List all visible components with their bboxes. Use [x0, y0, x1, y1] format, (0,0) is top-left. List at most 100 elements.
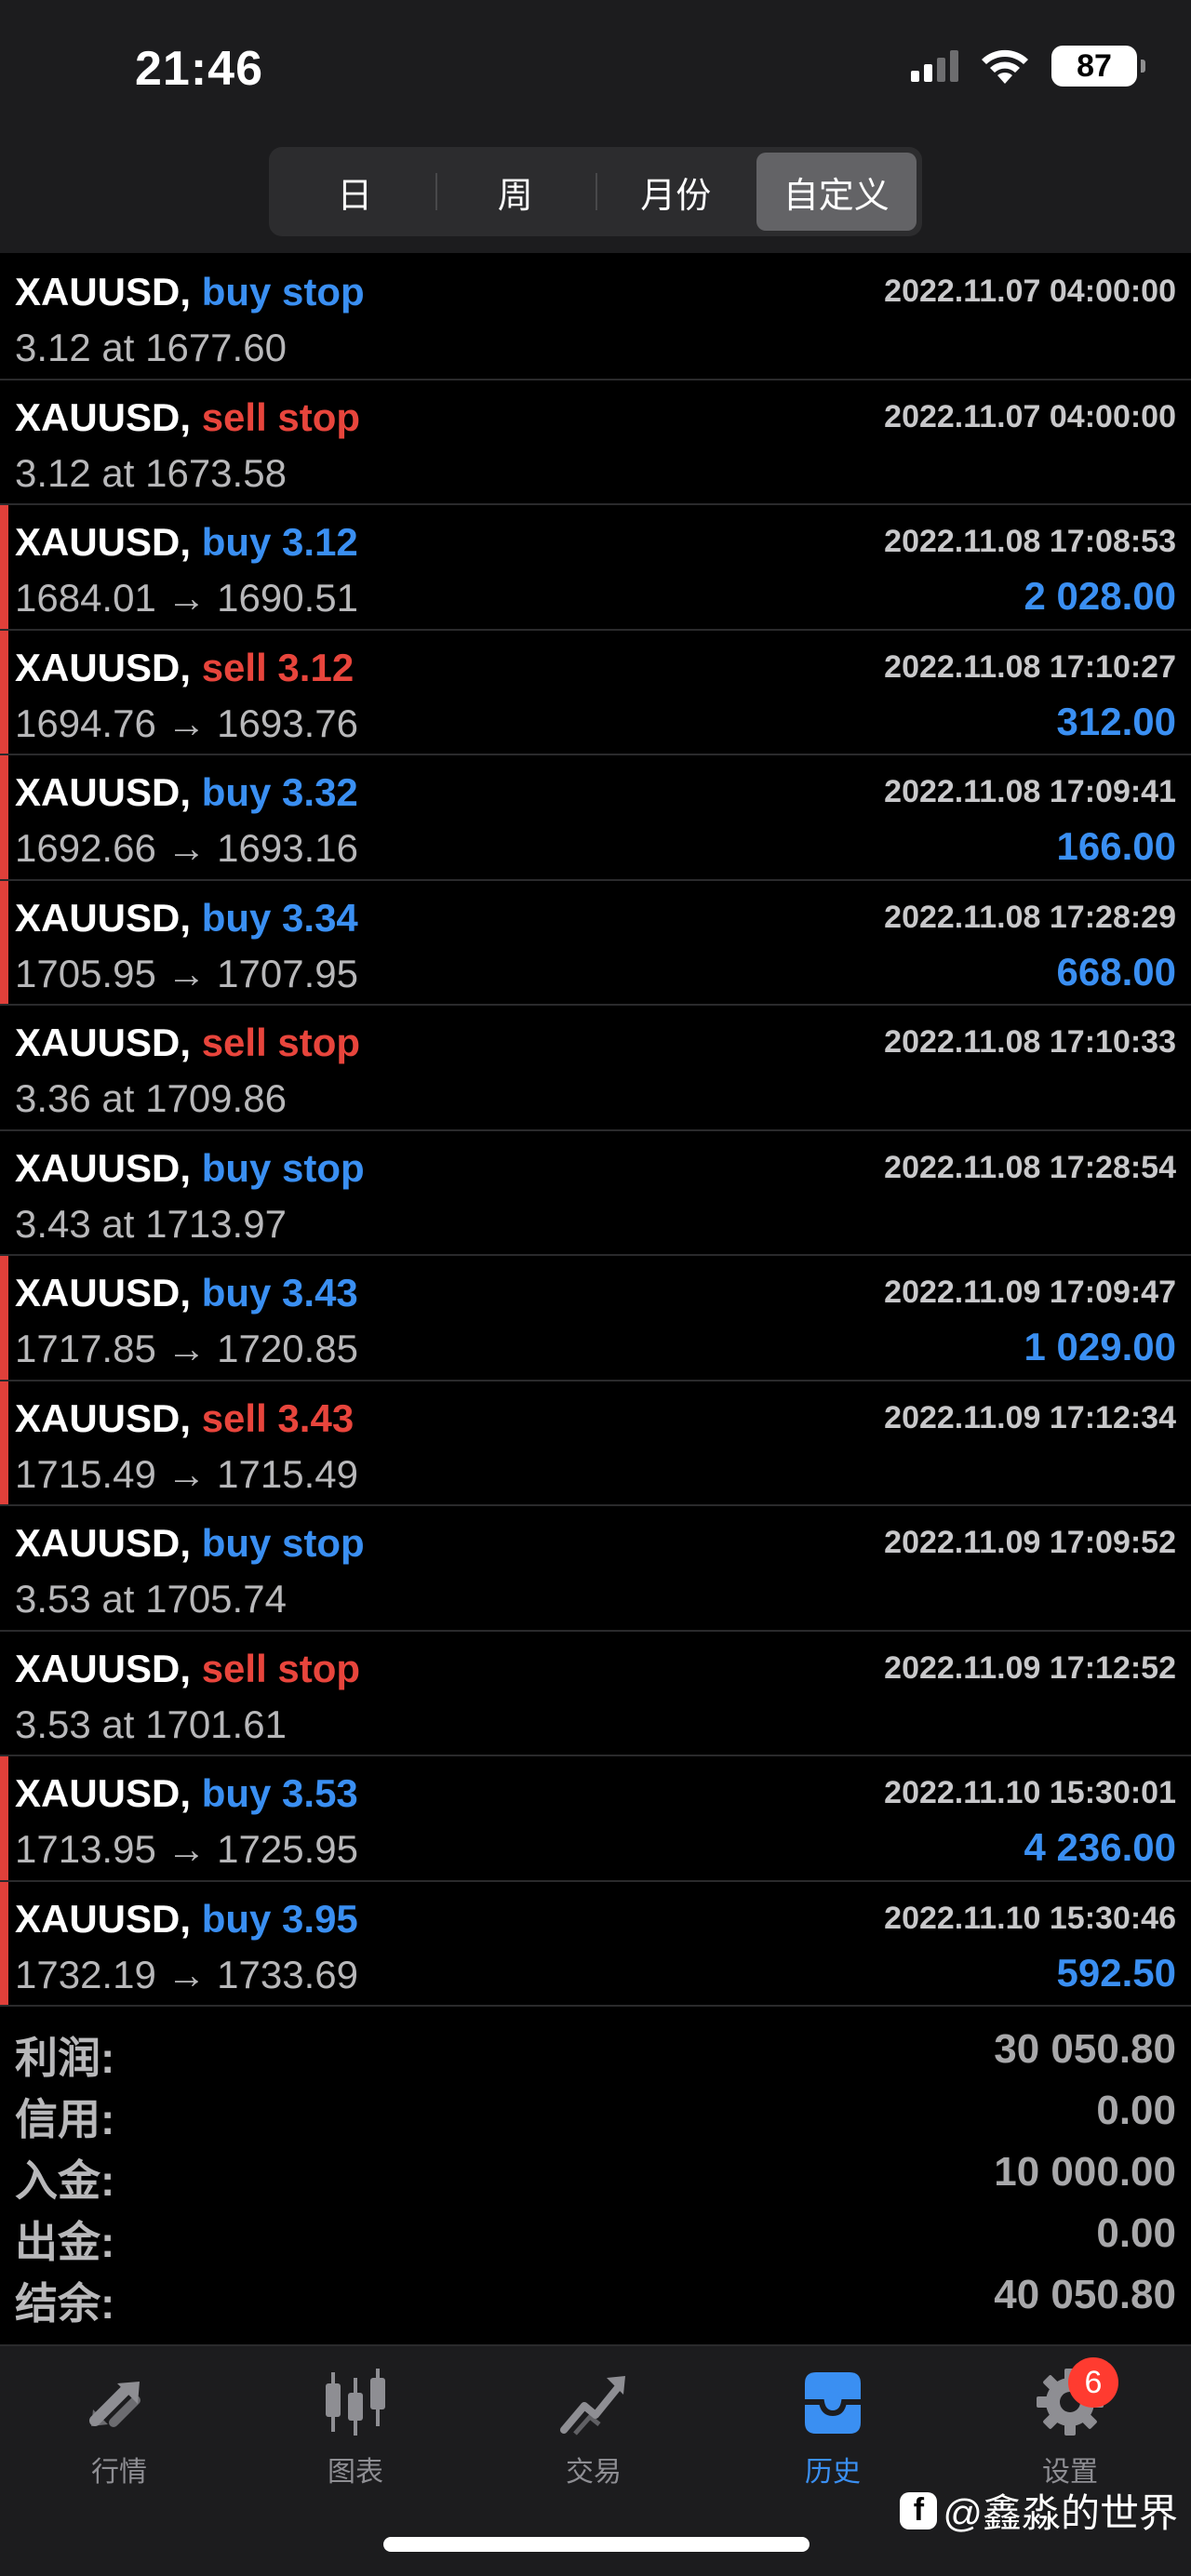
order-row[interactable]: XAUUSD, buy 3.95 1732.19 → 1733.69 2022.11…: [0, 1881, 1191, 2007]
segment-month[interactable]: 月份: [596, 153, 756, 231]
order-detail: 1694.76 → 1693.76: [15, 701, 358, 745]
summary-value: 10 000.00: [994, 2149, 1176, 2195]
order-action: buy stop: [201, 270, 365, 314]
order-title: XAUUSD, buy 3.32: [15, 770, 358, 815]
order-symbol: XAUUSD,: [15, 1145, 192, 1190]
order-time: 2022.11.09 17:12:52: [884, 1649, 1176, 1686]
order-symbol: XAUUSD,: [15, 520, 192, 564]
order-symbol: XAUUSD,: [15, 1521, 192, 1565]
cellular-signal-icon: [911, 50, 958, 82]
order-detail: 1732.19 → 1733.69: [15, 1952, 358, 1996]
order-profit: 592.50: [1056, 1950, 1176, 1995]
order-detail: 1684.01 → 1690.51: [15, 576, 358, 620]
order-row[interactable]: XAUUSD, sell stop 3.53 at 1701.61 2022.11.…: [0, 1632, 1191, 1756]
battery-icon: 87: [1051, 46, 1145, 87]
order-profit: 166.00: [1056, 824, 1176, 868]
order-row[interactable]: XAUUSD, sell 3.12 1694.76 → 1693.76 2022.1…: [0, 630, 1191, 755]
summary-row: 利润: 30 050.80: [0, 2015, 1191, 2082]
header: 21:46 87 日 周 月份 自定义: [0, 0, 1191, 253]
segment-day[interactable]: 日: [274, 153, 435, 231]
summary-value: 30 050.80: [994, 2026, 1176, 2072]
order-detail: 1692.66 → 1693.16: [15, 826, 358, 870]
summary-row: 入金: 10 000.00: [0, 2138, 1191, 2205]
order-title: XAUUSD, buy 3.12: [15, 520, 358, 565]
order-title: XAUUSD, buy stop: [15, 1521, 365, 1566]
order-detail: 1715.49 → 1715.49: [15, 1451, 358, 1496]
order-time: 2022.11.07 04:00:00: [884, 398, 1176, 434]
order-row[interactable]: XAUUSD, buy 3.32 1692.66 → 1693.16 2022.11…: [0, 755, 1191, 881]
order-title: XAUUSD, buy 3.53: [15, 1771, 358, 1816]
order-symbol: XAUUSD,: [15, 1271, 192, 1315]
order-title: XAUUSD, buy 3.34: [15, 896, 358, 941]
order-history-list: XAUUSD, buy stop 3.12 at 1677.60 2022.11.0…: [0, 255, 1191, 2007]
order-time: 2022.11.08 17:28:29: [884, 899, 1176, 935]
order-symbol: XAUUSD,: [15, 770, 192, 814]
order-detail: 3.53 at 1701.61: [15, 1702, 287, 1746]
watermark: f @鑫淼的世界: [900, 2482, 1178, 2539]
order-title: XAUUSD, buy 3.43: [15, 1271, 358, 1315]
tab-trade-label: 交易: [566, 2457, 622, 2488]
order-detail: 3.53 at 1705.74: [15, 1577, 287, 1621]
home-indicator[interactable]: [383, 2537, 810, 2552]
order-title: XAUUSD, sell stop: [15, 1021, 360, 1065]
tab-quotes[interactable]: 行情: [35, 2365, 203, 2504]
order-row[interactable]: XAUUSD, buy 3.43 1717.85 → 1720.85 2022.11…: [0, 1256, 1191, 1381]
order-title: XAUUSD, sell 3.12: [15, 646, 354, 690]
summary-value: 0.00: [1096, 2210, 1176, 2256]
order-row[interactable]: XAUUSD, sell 3.43 1715.49 → 1715.49 2022.1…: [0, 1381, 1191, 1506]
order-detail: 3.36 at 1709.86: [15, 1076, 287, 1120]
order-symbol: XAUUSD,: [15, 1395, 192, 1440]
summary-row: 信用: 0.00: [0, 2076, 1191, 2143]
order-action: buy stop: [201, 1521, 365, 1565]
order-row[interactable]: XAUUSD, buy 3.34 1705.95 → 1707.95 2022.11…: [0, 880, 1191, 1006]
order-row[interactable]: XAUUSD, sell stop 3.12 at 1673.58 2022.11.…: [0, 380, 1191, 505]
order-symbol: XAUUSD,: [15, 394, 192, 439]
order-row[interactable]: XAUUSD, buy 3.53 1713.95 → 1725.95 2022.11…: [0, 1756, 1191, 1882]
order-action: buy 3.32: [201, 770, 358, 814]
order-profit: 2 028.00: [1024, 574, 1177, 618]
order-time: 2022.11.09 17:12:34: [884, 1399, 1176, 1435]
settings-badge: 6: [1068, 2357, 1118, 2408]
order-action: sell stop: [201, 1646, 361, 1690]
order-row[interactable]: XAUUSD, buy 3.12 1684.01 → 1690.51 2022.11…: [0, 505, 1191, 631]
watermark-logo-icon: f: [900, 2491, 938, 2529]
order-action: sell stop: [201, 394, 361, 439]
order-time: 2022.11.07 04:00:00: [884, 274, 1176, 309]
tab-trade[interactable]: 交易: [510, 2365, 677, 2504]
order-symbol: XAUUSD,: [15, 895, 192, 940]
order-action: buy 3.12: [201, 520, 358, 564]
order-title: XAUUSD, buy stop: [15, 270, 365, 314]
order-action: sell stop: [201, 1021, 361, 1064]
summary-row: 结余: 40 050.80: [0, 2261, 1191, 2328]
order-action: buy 3.34: [201, 895, 358, 940]
order-profit: 1 029.00: [1024, 1325, 1177, 1368]
order-title: XAUUSD, buy 3.95: [15, 1897, 358, 1942]
order-time: 2022.11.10 15:30:46: [884, 1900, 1176, 1936]
order-row[interactable]: XAUUSD, buy stop 3.43 at 1713.97 2022.11.0…: [0, 1131, 1191, 1256]
order-detail: 3.12 at 1673.58: [15, 450, 287, 495]
order-time: 2022.11.09 17:09:47: [884, 1275, 1176, 1310]
order-detail: 1713.95 → 1725.95: [15, 1827, 358, 1871]
order-time: 2022.11.08 17:09:41: [884, 774, 1176, 809]
order-title: XAUUSD, sell stop: [15, 395, 360, 440]
order-title: XAUUSD, buy stop: [15, 1146, 365, 1191]
order-row[interactable]: XAUUSD, buy stop 3.12 at 1677.60 2022.11.0…: [0, 255, 1191, 380]
order-row[interactable]: XAUUSD, sell stop 3.36 at 1709.86 2022.11.…: [0, 1006, 1191, 1131]
order-detail: 1717.85 → 1720.85: [15, 1327, 358, 1370]
order-row[interactable]: XAUUSD, buy stop 3.53 at 1705.74 2022.11.0…: [0, 1506, 1191, 1632]
period-segmented-control: 日 周 月份 自定义: [269, 147, 922, 236]
candlestick-chart-icon: [326, 2369, 385, 2436]
history-inbox-icon: [805, 2372, 861, 2434]
segment-custom[interactable]: 自定义: [756, 153, 917, 231]
order-action: buy 3.43: [201, 1271, 358, 1315]
order-title: XAUUSD, sell stop: [15, 1647, 360, 1691]
order-time: 2022.11.08 17:10:27: [884, 648, 1176, 685]
watermark-text: @鑫淼的世界: [943, 2491, 1178, 2535]
tab-chart[interactable]: 图表: [272, 2365, 439, 2504]
status-time: 21:46: [135, 42, 263, 96]
order-action: buy stop: [201, 1145, 365, 1190]
tab-history[interactable]: 历史: [749, 2365, 917, 2504]
segment-week[interactable]: 周: [435, 153, 596, 231]
tab-quotes-label: 行情: [91, 2457, 147, 2488]
order-symbol: XAUUSD,: [15, 1771, 192, 1815]
